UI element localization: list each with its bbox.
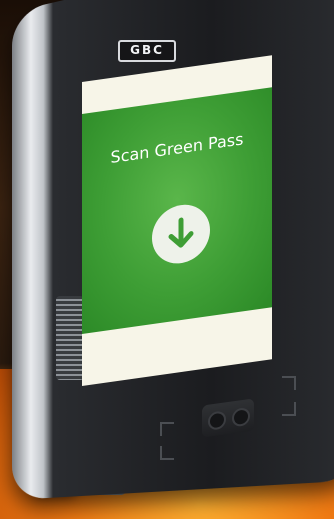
brand-logo: GBC xyxy=(118,40,176,62)
scene: GBC Scan Green Pass xyxy=(0,0,334,519)
scan-area-corner-top-right xyxy=(282,376,296,390)
arrow-down-icon xyxy=(168,217,194,248)
green-pass-panel[interactable]: Scan Green Pass xyxy=(82,87,272,334)
scan-area-corner-top-left xyxy=(160,422,174,436)
scan-area-corner-bottom-left xyxy=(160,446,174,460)
device-screen[interactable]: Scan Green Pass xyxy=(82,55,272,386)
speaker-grille xyxy=(56,296,84,380)
scanner-lens-left xyxy=(208,410,226,431)
scanner-lens-right xyxy=(232,406,250,428)
scan-title: Scan Green Pass xyxy=(110,129,244,167)
scan-area-corner-bottom-right xyxy=(282,402,296,416)
scan-button[interactable] xyxy=(152,201,210,268)
